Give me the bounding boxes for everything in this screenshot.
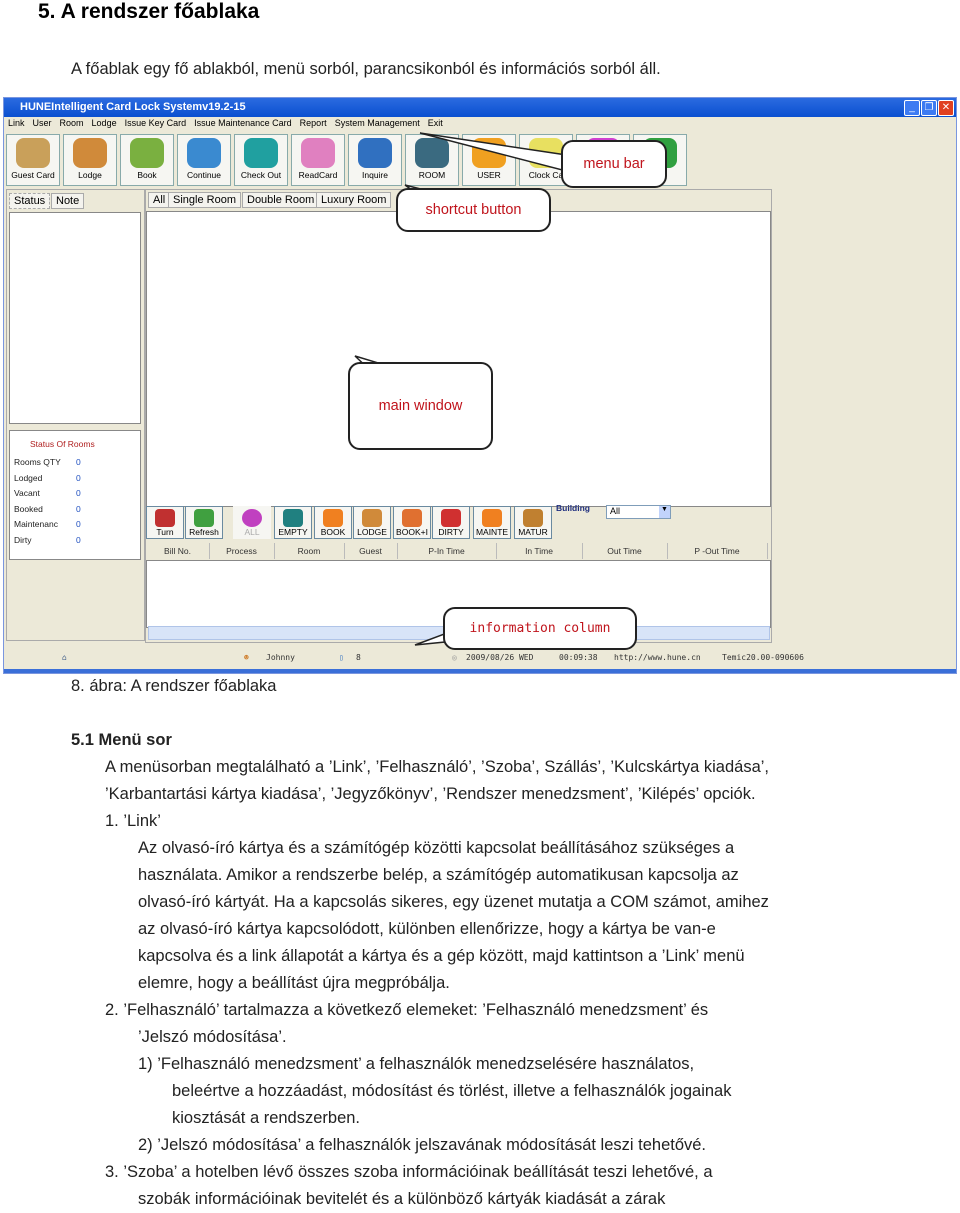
body-line: kiosztását a rendszerben. xyxy=(172,1109,361,1127)
body-line: elemre, hogy a beállítást újra megpróbál… xyxy=(138,974,450,992)
figure-caption: 8. ábra: A rendszer főablaka xyxy=(71,677,277,695)
body-line: 2. ’Felhasználó’ tartalmazza a következő… xyxy=(105,1001,709,1019)
document-page: 5. A rendszer főablaka A főablak egy fő … xyxy=(0,0,960,1213)
body-line: ’Jelszó módosítása’. xyxy=(138,1028,287,1046)
callout-main-window: main window xyxy=(348,362,493,450)
body-line: beleértve a hozzáadást, módosítást és tö… xyxy=(172,1082,732,1100)
body-line: szobák információinak bevitelét és a kül… xyxy=(138,1190,666,1208)
body-line: Az olvasó-író kártya és a számítógép köz… xyxy=(138,839,735,857)
body-line: használata. Amikor a rendszerbe belép, a… xyxy=(138,866,739,884)
callout-shortcut: shortcut button xyxy=(396,188,551,232)
callout-menu-bar: menu bar xyxy=(561,140,667,188)
body-line: 2) ’Jelszó módosítása’ a felhasználók je… xyxy=(138,1136,707,1154)
body-line: 1. ’Link’ xyxy=(105,812,161,830)
callout-information: information column xyxy=(443,607,637,650)
body-line: olvasó-író kártyát. Ha a kapcsolás siker… xyxy=(138,893,769,911)
callout-pointers xyxy=(354,132,603,646)
body-line: 3. ’Szoba’ a hotelben lévő összes szoba … xyxy=(105,1163,713,1181)
body-line: ’Karbantartási kártya kiadása’, ’Jegyzők… xyxy=(105,785,756,803)
subsection-heading: 5.1 Menü sor xyxy=(71,731,172,749)
body-line: az olvasó-író kártya kapcsolódott, külön… xyxy=(138,920,716,938)
body-line: kapcsolva és a link állapotát a kártya é… xyxy=(138,947,745,965)
body-line: 1) ’Felhasználó menedzsment’ a felhaszná… xyxy=(138,1055,695,1073)
body-line: A menüsorban megtalálható a ’Link’, ’Fel… xyxy=(105,758,770,776)
